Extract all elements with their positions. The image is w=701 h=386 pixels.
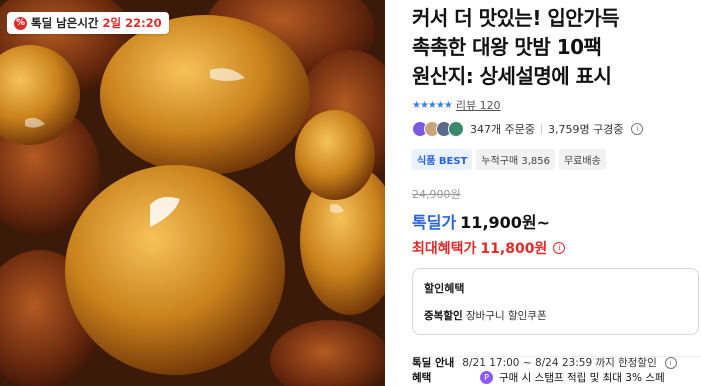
info-icon[interactable]: i	[631, 123, 644, 135]
buyer-avatars	[412, 121, 464, 137]
discount-benefit-box: 할인혜택 중복할인 장바구니 할인쿠폰	[412, 268, 699, 335]
avatar	[448, 121, 464, 137]
point-coin-icon: P	[480, 371, 493, 384]
max-benefit-price-row[interactable]: 최대혜택가 11,800원 i	[412, 238, 701, 258]
rating-stars: ★★★★★	[412, 99, 453, 111]
benefit-value: 장바구니 할인쿠폰	[465, 310, 547, 322]
tag-cumulative-purchases: 누적구매 3,856	[476, 149, 555, 170]
deal-price-row: 톡딜가 11,900원~	[412, 209, 701, 233]
benefit-title: 할인혜택	[424, 282, 465, 295]
tag-list: 식품 BEST 누적구매 3,856 무료배송	[412, 149, 701, 170]
watching-count: 3,759명 구경중	[547, 123, 624, 136]
review-count-link[interactable]: 리뷰 120	[456, 97, 501, 113]
deal-info-label: 톡딜 안내	[412, 357, 455, 369]
extra-benefit-label: 혜택	[412, 372, 432, 384]
benefit-line: 중복할인 장바구니 할인쿠폰	[424, 308, 687, 323]
product-info-panel: 커서 더 맛있는! 입안가득 촉촉한 대왕 맛밤 10팩 원산지: 상세설명에 …	[412, 0, 701, 386]
rating-row: ★★★★★ 리뷰 120	[412, 97, 701, 113]
product-title: 커서 더 맛있는! 입안가득 촉촉한 대왕 맛밤 10팩 원산지: 상세설명에 …	[412, 6, 620, 88]
tag-food-best[interactable]: 식품 BEST	[412, 149, 473, 170]
deal-price-value: 11,900원~	[460, 213, 551, 232]
product-image[interactable]: % 톡딜 남은시간 2일 22:20	[0, 0, 385, 386]
max-benefit-label: 최대혜택가	[412, 241, 477, 257]
deal-info-row: 톡딜 안내 8/21 17:00 ~ 8/24 23:59 까지 한정할인 i	[412, 355, 701, 370]
extra-benefit-value: 구매 시 스탬프 적립 및 최대 3% 스페	[499, 372, 665, 384]
deal-price-label: 톡딜가	[412, 213, 457, 232]
divider	[412, 356, 701, 357]
deal-timer-badge: % 톡딜 남은시간 2일 22:20	[7, 12, 169, 34]
extra-benefit-row: 혜택 P 구매 시 스탬프 적립 및 최대 3% 스페	[412, 370, 665, 385]
tag-free-shipping: 무료배송	[558, 149, 606, 170]
max-benefit-price: 11,800원	[480, 241, 548, 257]
social-proof-row: 347개 주문중 3,759명 구경중 i	[412, 121, 701, 137]
deal-info-value: 8/21 17:00 ~ 8/24 23:59 까지 한정할인	[462, 357, 657, 369]
timer-value: 2일 22:20	[102, 16, 162, 30]
chestnut-photo	[0, 0, 385, 386]
benefit-key: 중복할인	[424, 310, 463, 322]
info-icon[interactable]: i	[553, 242, 566, 254]
divider	[540, 124, 542, 134]
ordering-count: 347개 주문중	[470, 123, 535, 136]
timer-label: 톡딜 남은시간	[31, 16, 99, 30]
info-icon[interactable]: i	[664, 356, 677, 369]
original-price: 24,900원	[412, 188, 461, 201]
percent-icon: %	[14, 16, 27, 30]
